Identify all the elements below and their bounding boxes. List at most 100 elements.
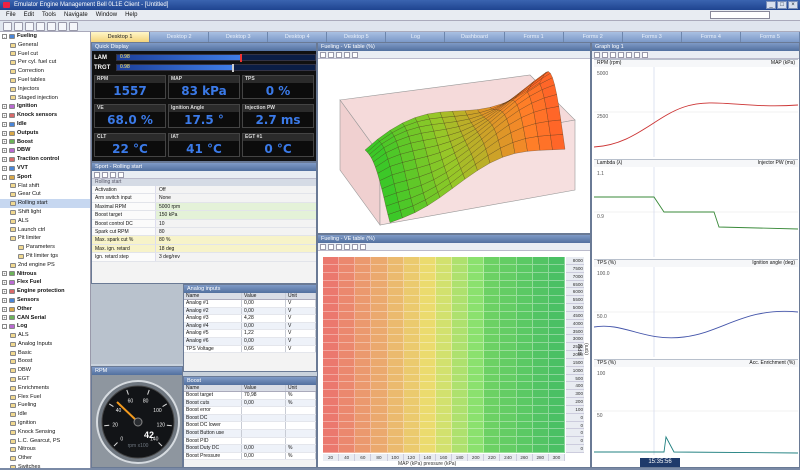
table-cell[interactable] [452, 264, 469, 273]
table-cell[interactable] [355, 304, 372, 312]
parameter-row[interactable]: Ign. retard step 3 deg/rev [92, 253, 316, 262]
save-icon[interactable] [320, 244, 326, 250]
table-cell[interactable] [355, 264, 372, 273]
new-icon[interactable] [3, 22, 12, 31]
table-cell[interactable] [403, 445, 420, 453]
disconnect-icon[interactable] [47, 22, 56, 31]
table-cell[interactable] [403, 319, 420, 328]
table-cell[interactable] [419, 335, 436, 344]
table-cell[interactable] [419, 311, 436, 320]
open-icon[interactable] [102, 172, 108, 178]
table-cell[interactable] [355, 413, 372, 422]
table-cell[interactable] [516, 382, 533, 391]
table-cell[interactable] [403, 311, 420, 320]
table-cell[interactable] [484, 398, 501, 406]
table-cell[interactable] [484, 366, 501, 375]
collapse-icon[interactable]: - [2, 33, 7, 39]
table-cell[interactable] [435, 398, 453, 406]
table-cell[interactable] [452, 288, 469, 297]
table-cell[interactable] [355, 445, 372, 453]
table-cell[interactable] [323, 351, 340, 359]
table-row[interactable]: Analog #2 0,00 V [184, 307, 316, 316]
table-cell[interactable] [452, 366, 469, 375]
tree-item[interactable]: ALS [0, 331, 90, 340]
expand-icon[interactable]: + [2, 280, 7, 286]
table-cell[interactable] [435, 311, 453, 320]
help-icon[interactable] [360, 244, 366, 250]
table-cell[interactable] [323, 264, 340, 273]
tree-item[interactable]: Parameters [0, 243, 90, 252]
table-cell[interactable] [403, 358, 420, 367]
tree-item[interactable]: EGT [0, 375, 90, 384]
tree-item[interactable]: + Other [0, 305, 90, 314]
table-cell[interactable] [355, 374, 372, 383]
expand-icon[interactable]: + [2, 271, 7, 277]
table-cell[interactable] [516, 429, 533, 438]
table-cell[interactable] [339, 429, 356, 438]
table-cell[interactable] [403, 421, 420, 430]
tree-item[interactable]: + CAN Serial [0, 314, 90, 323]
table-cell[interactable] [532, 327, 549, 336]
table-cell[interactable] [500, 437, 517, 446]
table-cell[interactable] [532, 421, 549, 430]
table-cell[interactable] [532, 445, 549, 453]
tab-forms-4[interactable]: Forms 4 [681, 32, 741, 42]
table-cell[interactable] [452, 390, 469, 399]
table-cell[interactable] [452, 351, 469, 359]
tree-item[interactable]: Idle [0, 410, 90, 419]
table-cell[interactable] [387, 390, 404, 399]
table-cell[interactable] [452, 429, 469, 438]
table-cell[interactable] [339, 335, 356, 344]
table-cell[interactable] [323, 296, 340, 305]
table-cell[interactable] [516, 398, 533, 406]
table-cell[interactable] [500, 445, 517, 453]
table-cell[interactable] [532, 264, 549, 273]
tree-item[interactable]: ALS [0, 217, 90, 226]
table-cell[interactable] [371, 390, 388, 399]
column-header[interactable]: Name [184, 293, 242, 299]
expand-icon[interactable]: + [2, 130, 7, 136]
table-cell[interactable] [355, 319, 372, 328]
table-cell[interactable] [468, 374, 485, 383]
table-cell[interactable] [435, 264, 453, 273]
table-cell[interactable] [484, 280, 501, 289]
table-cell[interactable] [403, 398, 420, 406]
parameter-value[interactable]: 3 deg/rev [156, 253, 316, 260]
table-cell[interactable] [387, 257, 404, 265]
stop-icon[interactable] [626, 52, 632, 58]
table-cell[interactable] [468, 445, 485, 453]
parameter-row[interactable]: Spark cut RPM 80 [92, 227, 316, 237]
ve-3d-surface[interactable] [320, 60, 590, 232]
table-cell[interactable] [548, 421, 565, 430]
table-cell[interactable] [355, 390, 372, 399]
table-cell[interactable] [532, 288, 549, 297]
table-cell[interactable] [484, 374, 501, 383]
table-cell[interactable] [387, 319, 404, 328]
table-cell[interactable] [516, 288, 533, 297]
table-cell[interactable] [548, 398, 565, 406]
table-cell[interactable] [532, 366, 549, 375]
table-cell[interactable] [355, 437, 372, 446]
table-cell[interactable] [355, 296, 372, 305]
table-cell[interactable] [387, 429, 404, 438]
table-cell[interactable] [387, 445, 404, 453]
table-cell[interactable] [532, 351, 549, 359]
table-cell[interactable] [468, 319, 485, 328]
expand-icon[interactable]: + [2, 121, 7, 127]
table-cell[interactable] [548, 366, 565, 375]
parameter-value[interactable]: 150 kPa [156, 211, 316, 219]
table-cell[interactable] [548, 335, 565, 344]
tree-item[interactable]: General [0, 41, 90, 50]
table-cell[interactable] [323, 437, 340, 446]
table-cell[interactable] [516, 445, 533, 453]
table-cell[interactable] [371, 280, 388, 289]
table-cell[interactable] [532, 358, 549, 367]
table-cell[interactable] [435, 429, 453, 438]
tree-item[interactable]: + Boost [0, 138, 90, 147]
table-cell[interactable] [371, 437, 388, 446]
help-icon[interactable] [118, 172, 124, 178]
table-cell[interactable] [355, 327, 372, 336]
table-cell[interactable] [452, 343, 469, 352]
table-cell[interactable] [355, 366, 372, 375]
table-cell[interactable] [371, 343, 388, 352]
